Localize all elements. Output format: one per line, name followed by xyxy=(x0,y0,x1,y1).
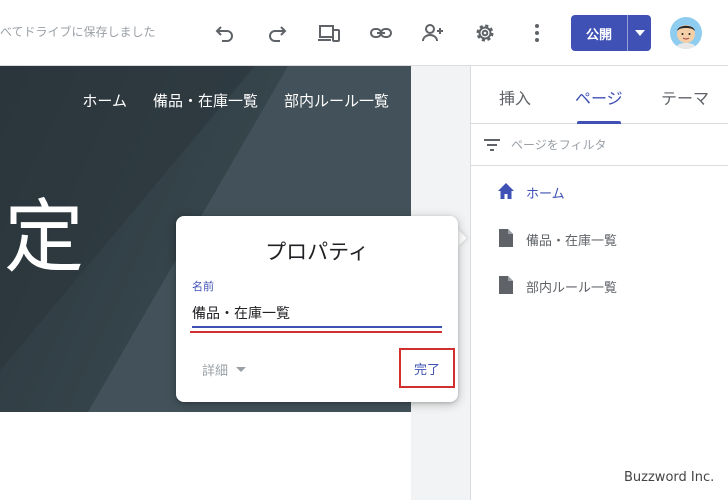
page-icon xyxy=(499,229,513,247)
chevron-down-icon xyxy=(236,367,247,372)
done-label: 完了 xyxy=(413,362,440,378)
top-toolbar: べてドライブに保存しました 公開 xyxy=(0,0,728,66)
details-label: 詳細 xyxy=(202,364,229,379)
site-nav-rules[interactable]: 部内ルール一覧 xyxy=(284,90,389,111)
page-item-home[interactable]: ホーム xyxy=(471,171,728,211)
avatar[interactable] xyxy=(670,17,702,49)
hero-title: 定 xyxy=(4,191,84,284)
panel-tabs: 挿入 ページ テーマ xyxy=(471,66,728,124)
publish-button[interactable]: 公開 xyxy=(571,15,651,51)
tab-themes[interactable]: テーマ xyxy=(661,85,709,109)
gear-icon[interactable] xyxy=(472,20,498,46)
page-name-input[interactable] xyxy=(192,302,442,324)
page-filter xyxy=(471,124,728,166)
side-panel: 挿入 ページ テーマ ホーム 備品・在庫一覧 xyxy=(470,66,728,500)
save-status: べてドライブに保存しました xyxy=(0,25,156,39)
page-item-label: 備品・在庫一覧 xyxy=(526,234,618,249)
site-nav-inventory[interactable]: 備品・在庫一覧 xyxy=(153,90,258,111)
name-field-label: 名前 xyxy=(192,280,214,293)
page-item-label: 部内ルール一覧 xyxy=(526,281,618,296)
tab-pages[interactable]: ページ xyxy=(575,85,623,109)
publish-dropdown-icon[interactable] xyxy=(628,30,651,36)
watermark: Buzzword Inc. xyxy=(624,470,715,485)
more-vert-icon[interactable] xyxy=(524,20,550,46)
link-icon[interactable] xyxy=(368,20,394,46)
highlight-underline xyxy=(190,331,442,333)
undo-icon[interactable] xyxy=(212,20,238,46)
page-item-label: ホーム xyxy=(526,187,565,202)
page-item-inventory[interactable]: 備品・在庫一覧 xyxy=(471,218,728,258)
add-person-icon[interactable] xyxy=(420,20,446,46)
filter-icon xyxy=(484,139,500,151)
details-toggle[interactable]: 詳細 xyxy=(202,360,247,379)
site-navigation: ホーム 備品・在庫一覧 部内ルール一覧 xyxy=(82,90,389,111)
home-icon xyxy=(498,183,514,199)
dialog-title: プロパティ xyxy=(265,240,369,264)
publish-label: 公開 xyxy=(585,27,612,43)
app-window: べてドライブに保存しました 公開 ホーム 備品・在庫一覧 部内ルール一覧 定 挿… xyxy=(0,0,728,500)
page-icon xyxy=(499,276,513,294)
name-field-underline xyxy=(192,326,442,328)
devices-preview-icon[interactable] xyxy=(316,20,342,46)
site-nav-home[interactable]: ホーム xyxy=(82,90,127,111)
tab-insert[interactable]: 挿入 xyxy=(499,85,531,109)
properties-dialog: プロパティ 名前 詳細 完了 xyxy=(176,216,458,402)
page-item-rules[interactable]: 部内ルール一覧 xyxy=(471,265,728,305)
redo-icon[interactable] xyxy=(264,20,290,46)
page-filter-input[interactable] xyxy=(511,134,711,156)
done-button[interactable]: 完了 xyxy=(399,348,455,388)
